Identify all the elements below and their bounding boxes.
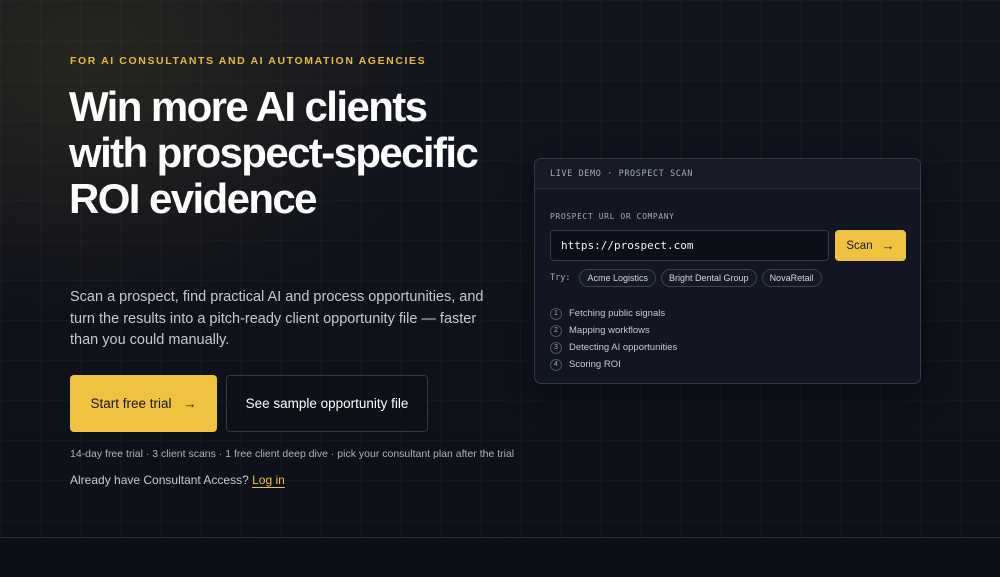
scan-step: 1 Fetching public signals — [550, 305, 677, 322]
scan-step: 4 Scoring ROI — [550, 356, 677, 373]
arrow-right-icon: → — [183, 396, 197, 411]
login-link[interactable]: Log in — [252, 473, 285, 487]
prospect-field-label: PROSPECT URL OR COMPANY — [550, 212, 675, 221]
scan-steps-list: 1 Fetching public signals 2 Mapping work… — [550, 305, 677, 373]
step-number: 3 — [550, 341, 562, 354]
start-free-trial-button[interactable]: Start free trial → — [70, 375, 217, 432]
hero-headline: Win more AI clients with prospect-specif… — [69, 83, 479, 222]
live-demo-card: LIVE DEMO · PROSPECT SCAN PROSPECT URL O… — [534, 158, 921, 384]
eyebrow-text: FOR AI CONSULTANTS AND AI AUTOMATION AGE… — [70, 55, 427, 67]
trial-fineprint: 14-day free trial · 3 client scans · 1 f… — [70, 448, 515, 460]
step-number: 4 — [550, 358, 562, 371]
scan-button[interactable]: Scan → — [835, 230, 906, 261]
login-row: Already have Consultant Access? Log in — [70, 473, 285, 487]
scan-label: Scan — [846, 239, 873, 252]
step-label: Scoring ROI — [569, 359, 621, 370]
step-label: Mapping workflows — [569, 325, 650, 336]
step-number: 2 — [550, 324, 562, 337]
demo-card-header: LIVE DEMO · PROSPECT SCAN — [535, 159, 920, 189]
scan-step: 3 Detecting AI opportunities — [550, 339, 677, 356]
step-number: 1 — [550, 307, 562, 320]
landing-page: FOR AI CONSULTANTS AND AI AUTOMATION AGE… — [0, 0, 1000, 577]
arrow-right-icon: → — [881, 238, 895, 253]
example-chip[interactable]: Acme Logistics — [579, 269, 657, 287]
step-label: Fetching public signals — [569, 308, 666, 319]
example-chip[interactable]: NovaRetail — [761, 269, 822, 287]
step-label: Detecting AI opportunities — [569, 342, 678, 353]
example-prospects: Try: Acme Logistics Bright Dental Group … — [550, 269, 822, 287]
prospect-url-input[interactable] — [550, 230, 829, 261]
hero-subhead: Scan a prospect, find practical AI and p… — [70, 289, 484, 348]
next-section — [0, 538, 1000, 577]
start-free-trial-label: Start free trial — [90, 396, 172, 411]
try-label: Try: — [550, 273, 571, 283]
see-sample-button[interactable]: See sample opportunity file — [226, 375, 428, 432]
example-chip[interactable]: Bright Dental Group — [661, 269, 757, 287]
login-prompt: Already have Consultant Access? — [70, 473, 249, 487]
see-sample-label: See sample opportunity file — [245, 396, 409, 411]
scan-step: 2 Mapping workflows — [550, 322, 677, 339]
